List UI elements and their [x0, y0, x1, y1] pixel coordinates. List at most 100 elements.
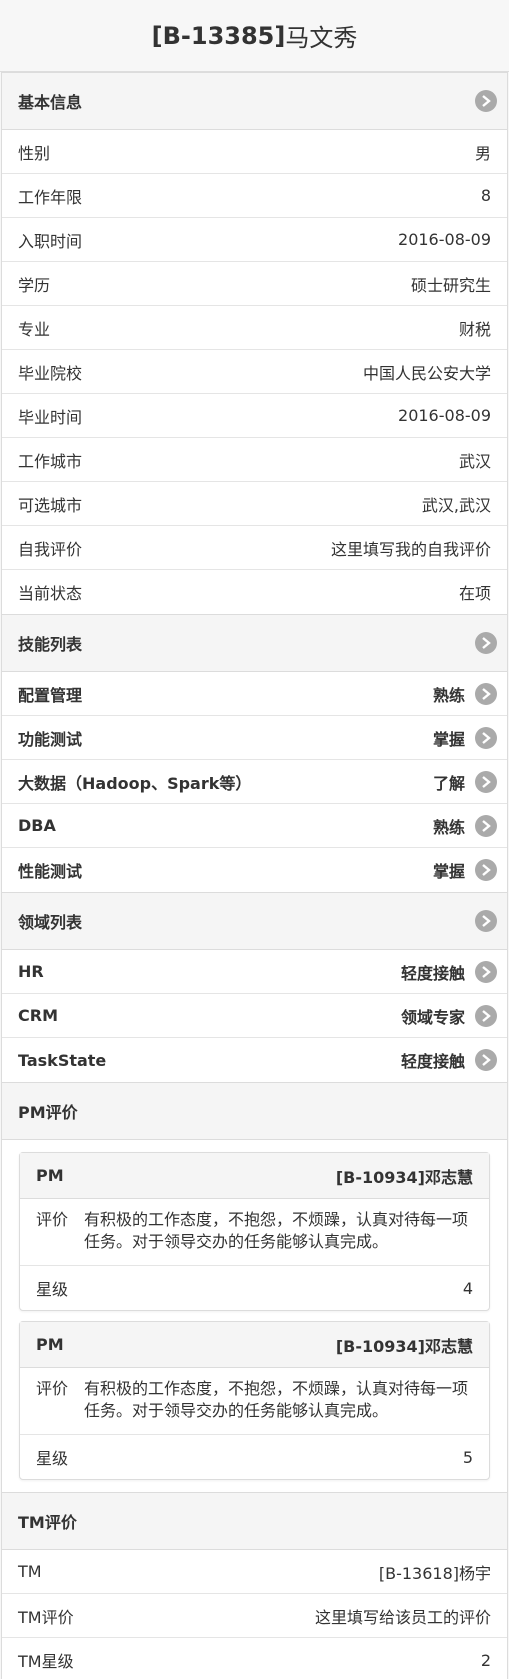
skill-level: 了解: [432, 773, 465, 793]
tm-row: TM [B-13618]杨宇: [2, 1550, 507, 1594]
info-label: 毕业时间: [18, 407, 83, 427]
tm-value: 2: [480, 1650, 491, 1670]
info-row: 入职时间 2016-08-09: [2, 218, 507, 262]
comment-text: 有积极的工作态度，不抱怨，不烦躁，认真对待每一项任务。对于领导交办的任务能够认真…: [84, 1210, 469, 1251]
pm-person: [B-10934]邓志慧: [335, 1336, 473, 1356]
skills-header[interactable]: 技能列表: [2, 615, 507, 672]
basic-info-list: 性别 男工作年限 8 入职时间 2016-08-09 学历 硕士研究生专业 财税毕业院校 中国人…: [2, 130, 507, 614]
domain-level: 轻度接触: [400, 1052, 465, 1071]
domains-title: 领域列表: [18, 913, 83, 932]
info-row: 工作城市 武汉: [2, 438, 507, 482]
skill-row[interactable]: 功能测试 掌握: [2, 716, 507, 760]
stars-value: 5: [462, 1447, 473, 1467]
chevron-right-icon[interactable]: [475, 770, 497, 793]
page-title: [B-13385] 马文秀: [0, 0, 509, 72]
info-value: 这里填写我的自我评价: [330, 539, 491, 559]
info-value: 武汉,武汉: [421, 495, 491, 515]
skills-list: 配置管理 熟练 功能测试 掌握 大数据（Hadoop、Spark等） 了解 DBA 熟练 性能测…: [2, 672, 507, 892]
domains-panel: 领域列表 HR 轻度接触 CRM 领域专家 TaskState 轻度接触: [1, 893, 508, 1083]
domains-list: HR 轻度接触 CRM 领域专家 TaskState 轻度接触: [2, 950, 507, 1082]
skill-level-group: 掌握: [433, 858, 497, 882]
info-value: 2016-08-09: [398, 406, 491, 425]
chevron-right-icon[interactable]: [475, 1004, 497, 1027]
skill-level-group: 了解: [433, 770, 497, 794]
info-label: 专业: [18, 319, 51, 339]
pm-eval-header: PM评价: [2, 1083, 507, 1140]
skill-row[interactable]: 配置管理 熟练: [2, 672, 507, 716]
chevron-right-icon[interactable]: [475, 910, 497, 932]
info-row: 性别 男: [2, 130, 507, 174]
pm-eval-stars-row: 星级 5: [20, 1435, 489, 1479]
basic-info-panel: 基本信息 性别 男工作年限 8 入职时间 2016-08-09 学历 硕士研究生专业 财税毕业…: [1, 72, 508, 615]
pm-role: PM: [36, 1166, 64, 1185]
info-value: 男: [474, 143, 491, 163]
skill-row[interactable]: 性能测试 掌握: [2, 848, 507, 892]
chevron-right-icon[interactable]: [475, 1049, 497, 1071]
info-row: 可选城市 武汉,武汉: [2, 482, 507, 526]
comment-text: 有积极的工作态度，不抱怨，不烦躁，认真对待每一项任务。对于领导交办的任务能够认真…: [84, 1379, 469, 1420]
info-label: 工作城市: [18, 451, 83, 471]
employee-code: [B-13385]: [151, 21, 286, 50]
pm-eval-title: PM评价: [18, 1103, 78, 1122]
info-value: 8: [480, 186, 491, 205]
tm-eval-panel: TM评价 TM [B-13618]杨宇 TM评价 这里填写给该员工的评价 TM星级 2: [1, 1493, 508, 1679]
pm-role: PM: [36, 1335, 64, 1354]
chevron-right-icon[interactable]: [475, 90, 497, 112]
chevron-right-icon[interactable]: [475, 726, 497, 749]
tm-label: TM: [18, 1562, 42, 1581]
stars-value: 4: [462, 1278, 473, 1298]
domain-name: CRM: [18, 1006, 58, 1025]
chevron-right-icon[interactable]: [475, 859, 497, 881]
pm-eval-panel: PM评价 PM [B-10934]邓志慧 评价 有积极的工作态度，不抱怨，不烦躁，认真…: [1, 1083, 508, 1493]
skill-name: 配置管理: [18, 685, 83, 705]
info-row: 学历 硕士研究生: [2, 262, 507, 306]
tm-label: TM评价: [18, 1607, 74, 1627]
domain-level-group: 领域专家: [401, 1004, 497, 1028]
info-value: 财税: [458, 319, 491, 339]
info-value: 在项: [458, 584, 491, 603]
basic-info-header[interactable]: 基本信息: [2, 73, 507, 130]
employee-name: 马文秀: [285, 24, 358, 52]
domains-header[interactable]: 领域列表: [2, 893, 507, 950]
chevron-right-icon[interactable]: [475, 960, 497, 983]
chevron-right-icon[interactable]: [475, 682, 497, 705]
skill-row[interactable]: DBA 熟练: [2, 804, 507, 848]
domain-row[interactable]: HR 轻度接触: [2, 950, 507, 994]
info-label: 工作年限: [18, 187, 83, 207]
domain-row[interactable]: CRM 领域专家: [2, 994, 507, 1038]
skill-name: 性能测试: [18, 862, 83, 881]
skill-level-group: 掌握: [433, 726, 497, 750]
pm-eval-stars-row: 星级 4: [20, 1266, 489, 1310]
info-row: 毕业院校 中国人民公安大学: [2, 350, 507, 394]
info-label: 可选城市: [18, 495, 83, 515]
domain-level: 领域专家: [400, 1007, 465, 1027]
info-label: 性别: [18, 143, 51, 163]
tm-row: TM评价 这里填写给该员工的评价: [2, 1594, 507, 1638]
skill-row[interactable]: 大数据（Hadoop、Spark等） 了解: [2, 760, 507, 804]
info-value: 硕士研究生: [410, 275, 491, 295]
info-label: 学历: [18, 275, 51, 295]
stars-label: 星级: [36, 1280, 69, 1299]
stars-label: 星级: [36, 1449, 69, 1468]
tm-value: 这里填写给该员工的评价: [314, 1607, 491, 1627]
skill-level: 掌握: [432, 729, 465, 749]
domain-row[interactable]: TaskState 轻度接触: [2, 1038, 507, 1082]
skill-name: DBA: [18, 816, 56, 835]
tm-eval-header: TM评价: [2, 1493, 507, 1550]
info-label: 自我评价: [18, 539, 83, 559]
pm-eval-card: PM [B-10934]邓志慧 评价 有积极的工作态度，不抱怨，不烦躁，认真对待每一项…: [19, 1152, 490, 1311]
skill-level-group: 熟练: [433, 682, 497, 706]
domain-name: TaskState: [18, 1050, 107, 1070]
tm-value: [B-13618]杨宇: [378, 1563, 491, 1583]
basic-info-title: 基本信息: [18, 93, 83, 112]
skill-name: 大数据（Hadoop、Spark等）: [18, 773, 252, 793]
info-row: 专业 财税: [2, 306, 507, 350]
pm-eval-list: PM [B-10934]邓志慧 评价 有积极的工作态度，不抱怨，不烦躁，认真对待每一项…: [2, 1140, 507, 1492]
info-label: 毕业院校: [18, 363, 83, 383]
info-value: 中国人民公安大学: [362, 363, 491, 383]
info-value: 2016-08-09: [398, 230, 491, 249]
domain-name: HR: [18, 962, 44, 981]
tm-eval-title: TM评价: [18, 1513, 77, 1532]
chevron-right-icon[interactable]: [475, 632, 497, 654]
chevron-right-icon[interactable]: [475, 814, 497, 837]
